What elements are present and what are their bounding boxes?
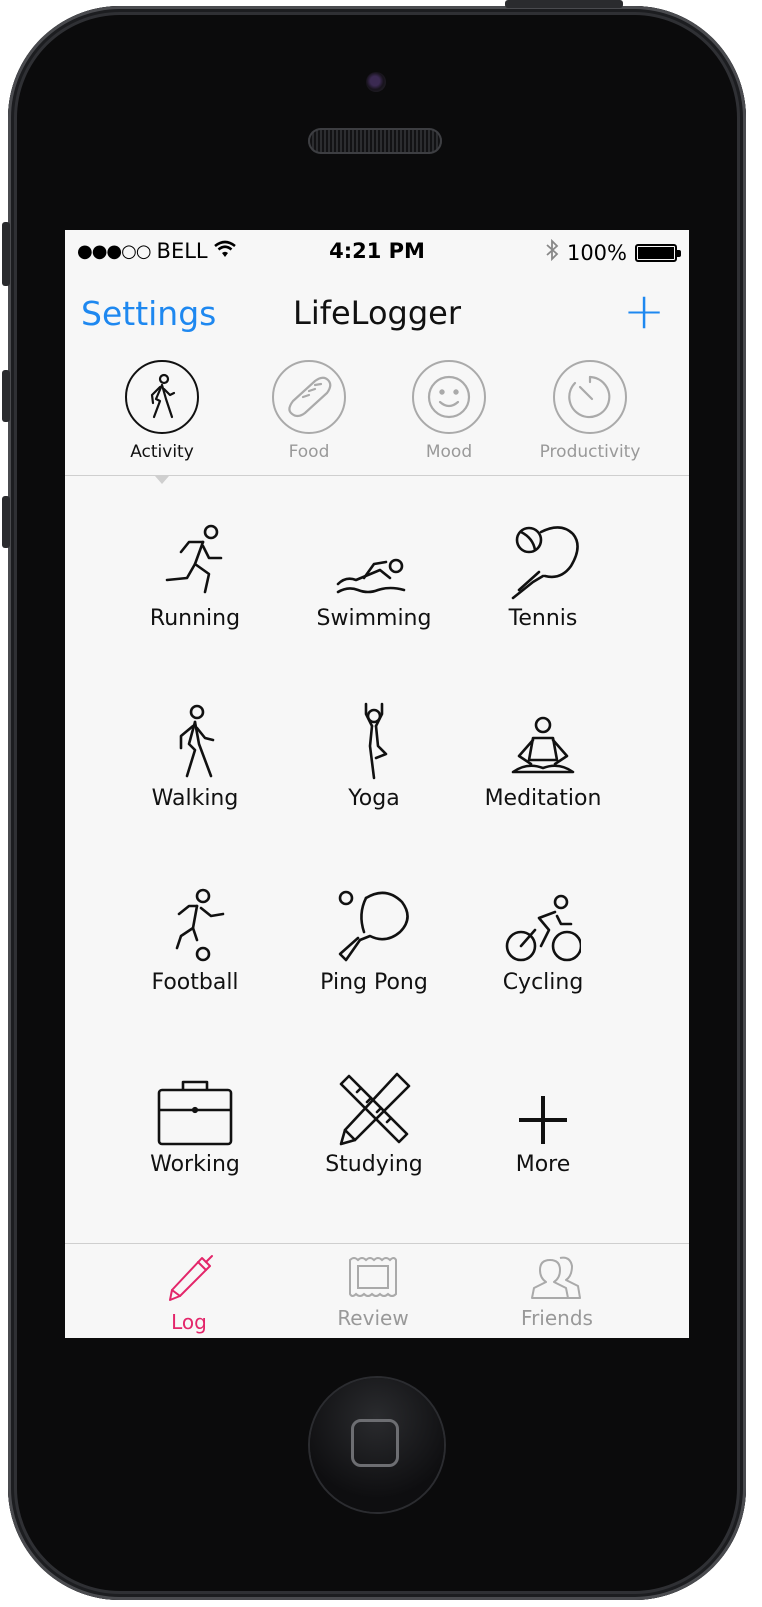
activity-label: Swimming: [316, 606, 432, 631]
activity-swimming[interactable]: Swimming: [284, 520, 464, 631]
activity-label: Tennis: [508, 606, 578, 631]
pencil-ruler-icon: [284, 1066, 464, 1146]
briefcase-icon: [105, 1066, 285, 1146]
activity-football[interactable]: Football: [105, 884, 285, 995]
app-title: LifeLogger: [293, 294, 461, 332]
running-icon: [105, 520, 285, 600]
active-category-indicator: [155, 476, 169, 484]
status-bar: ●●●○○ BELL 4:21 PM 100%: [65, 230, 689, 272]
activity-label: Ping Pong: [320, 970, 428, 995]
tab-label: Friends: [521, 1306, 593, 1330]
battery-percent: 100%: [566, 240, 627, 265]
activity-studying[interactable]: Studying: [284, 1066, 464, 1177]
swimming-icon: [284, 520, 464, 600]
earpiece-speaker: [308, 128, 442, 154]
smiley-icon: [412, 360, 486, 434]
battery-icon: [635, 243, 681, 262]
tab-friends[interactable]: Friends: [477, 1254, 637, 1330]
activity-working[interactable]: Working: [105, 1066, 285, 1177]
category-label: Food: [288, 442, 330, 462]
tab-log[interactable]: Log: [109, 1254, 269, 1334]
tab-label: Log: [171, 1310, 207, 1334]
navigation-bar: Settings LifeLogger +: [65, 280, 689, 350]
activity-walking[interactable]: Walking: [105, 700, 285, 811]
front-camera: [366, 72, 386, 92]
activity-tennis[interactable]: Tennis: [453, 520, 633, 631]
category-activity[interactable]: Activity: [92, 360, 232, 462]
activity-label: More: [515, 1152, 571, 1177]
activity-yoga[interactable]: Yoga: [284, 700, 464, 811]
yoga-icon: [284, 700, 464, 780]
meditation-icon: [453, 700, 633, 780]
home-button-square-icon: [351, 1419, 399, 1467]
app-screen: ●●●○○ BELL 4:21 PM 100% Settings LifeLog…: [65, 230, 689, 1338]
tab-bar: Log Review Friends: [65, 1243, 689, 1338]
add-button[interactable]: +: [623, 286, 665, 336]
category-label: Activity: [130, 442, 194, 462]
activity-label: Yoga: [348, 786, 400, 811]
category-mood[interactable]: Mood: [379, 360, 519, 462]
activity-label: Studying: [325, 1152, 423, 1177]
tennis-icon: [453, 520, 633, 600]
activity-ping-pong[interactable]: Ping Pong: [284, 884, 464, 995]
tab-label: Review: [337, 1306, 409, 1330]
category-productivity[interactable]: Productivity: [520, 360, 660, 462]
activity-label: Cycling: [502, 970, 584, 995]
plus-icon: [453, 1066, 633, 1146]
activity-cycling[interactable]: Cycling: [453, 884, 633, 995]
pen-icon: [109, 1254, 269, 1308]
walking-icon: [105, 700, 285, 780]
activity-label: Meditation: [484, 786, 602, 811]
bread-icon: [272, 360, 346, 434]
category-label: Productivity: [539, 442, 641, 462]
bluetooth-icon: [545, 238, 559, 266]
picture-frame-icon: [293, 1254, 453, 1304]
activity-label: Football: [151, 970, 239, 995]
activity-label: Running: [149, 606, 241, 631]
tab-review[interactable]: Review: [293, 1254, 453, 1330]
people-icon: [477, 1254, 637, 1304]
category-selector: Activity Food Mood Productivity: [65, 360, 689, 475]
walker-icon: [125, 360, 199, 434]
activity-label: Walking: [151, 786, 239, 811]
activity-more[interactable]: More: [453, 1066, 633, 1177]
mute-switch: [2, 222, 10, 286]
category-food[interactable]: Food: [239, 360, 379, 462]
power-button: [505, 0, 623, 8]
activity-label: Working: [150, 1152, 240, 1177]
activity-running[interactable]: Running: [105, 520, 285, 631]
activity-meditation[interactable]: Meditation: [453, 700, 633, 811]
volume-down-button: [2, 496, 10, 548]
football-icon: [105, 884, 285, 964]
gauge-icon: [553, 360, 627, 434]
volume-up-button: [2, 370, 10, 422]
category-label: Mood: [425, 442, 473, 462]
ping-pong-icon: [284, 884, 464, 964]
cycling-icon: [453, 884, 633, 964]
